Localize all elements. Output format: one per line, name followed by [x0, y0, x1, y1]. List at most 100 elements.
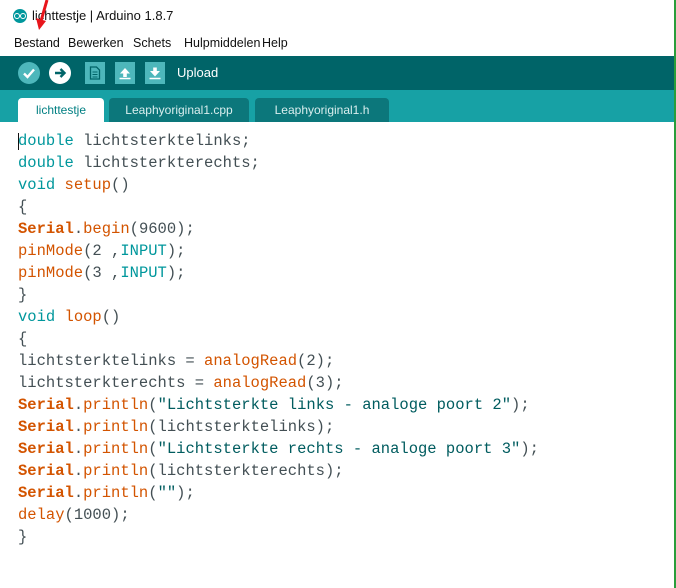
code-token: setup	[64, 176, 112, 194]
open-sketch-button[interactable]	[115, 62, 135, 84]
code-token: lichtsterktelinks;	[73, 132, 251, 150]
code-token: .	[73, 484, 84, 502]
code-token: INPUT	[120, 264, 167, 282]
code-token: lichtsterkterechts;	[73, 154, 260, 172]
code-token: println	[83, 440, 149, 458]
code-token: (	[148, 396, 158, 414]
code-token: Serial	[18, 462, 74, 480]
code-token: double	[18, 132, 74, 150]
code-token: analogRead	[204, 352, 298, 370]
code-token: (9600);	[129, 220, 195, 238]
code-line[interactable]: Serial.println(lichtsterktelinks);	[18, 416, 539, 438]
code-token: }	[18, 286, 28, 304]
code-token: ""	[157, 484, 177, 502]
code-line[interactable]: pinMode(3 ,INPUT);	[18, 262, 539, 284]
code-token: INPUT	[120, 242, 167, 260]
code-token: Serial	[18, 484, 74, 502]
code-token: begin	[83, 220, 130, 238]
code-line[interactable]: Serial.println("");	[18, 482, 539, 504]
menu-bar: Bestand Bewerken Schets Hulpmiddelen Hel…	[0, 34, 676, 56]
tab-leaphyoriginal1-h[interactable]: Leaphyoriginal1.h	[255, 98, 389, 122]
code-line[interactable]: }	[18, 526, 539, 548]
code-token: void	[18, 176, 56, 194]
verify-button[interactable]	[18, 62, 40, 84]
text-cursor	[18, 133, 19, 150]
code-token: ()	[111, 176, 130, 194]
code-token: "Lichtsterkte links - analoge poort 2"	[157, 396, 512, 414]
code-line[interactable]: Serial.println(lichtsterkterechts);	[18, 460, 539, 482]
save-sketch-button[interactable]	[145, 62, 165, 84]
code-token: pinMode	[18, 264, 84, 282]
code-line[interactable]: double lichtsterkterechts;	[18, 152, 539, 174]
code-token: (	[148, 484, 158, 502]
code-token: (2 ,	[83, 242, 121, 260]
new-sketch-button[interactable]	[85, 62, 105, 84]
verify-icon	[23, 68, 35, 79]
code-token: (lichtsterkterechts);	[148, 462, 344, 480]
code-token: analogRead	[213, 374, 307, 392]
code-token: ()	[101, 308, 121, 326]
code-token: }	[18, 528, 28, 546]
code-token: {	[18, 330, 28, 348]
code-token: void	[18, 308, 56, 326]
code-token: .	[73, 462, 84, 480]
code-line[interactable]: lichtsterktelinks = analogRead(2);	[18, 350, 539, 372]
code-token: .	[73, 396, 84, 414]
code-token: Serial	[18, 396, 74, 414]
code-line[interactable]: Serial.begin(9600);	[18, 218, 539, 240]
code-token: println	[83, 396, 149, 414]
code-token: (3);	[306, 374, 344, 392]
code-line[interactable]: void loop()	[18, 306, 539, 328]
code-token: (2);	[297, 352, 335, 370]
code-token: double	[18, 154, 74, 172]
tab-leaphyoriginal1-cpp[interactable]: Leaphyoriginal1.cpp	[109, 98, 249, 122]
code-token: .	[73, 418, 84, 436]
code-line[interactable]: void setup()	[18, 174, 539, 196]
code-text[interactable]: double lichtsterktelinks; double lichtste…	[18, 130, 539, 548]
code-token: lichtsterktelinks =	[18, 352, 205, 370]
code-line[interactable]: }	[18, 284, 539, 306]
code-token: pinMode	[18, 242, 84, 260]
code-line[interactable]: pinMode(2 ,INPUT);	[18, 240, 539, 262]
code-line[interactable]: double lichtsterktelinks;	[18, 130, 539, 152]
code-token: (lichtsterktelinks);	[148, 418, 335, 436]
code-token: .	[73, 220, 84, 238]
code-token: println	[83, 484, 149, 502]
code-token: );	[520, 440, 539, 458]
tab-lichttestje[interactable]: lichttestje	[18, 98, 104, 122]
code-line[interactable]: Serial.println("Lichtsterkte links - ana…	[18, 394, 539, 416]
window-title: lichttestje | Arduino 1.8.7	[32, 8, 174, 23]
code-line[interactable]: lichtsterkterechts = analogRead(3);	[18, 372, 539, 394]
code-token: Serial	[18, 220, 74, 238]
save-arrow-down-icon	[149, 67, 161, 80]
code-token: Serial	[18, 440, 74, 458]
menu-schets[interactable]: Schets	[133, 36, 171, 50]
code-line[interactable]: {	[18, 196, 539, 218]
code-line[interactable]: {	[18, 328, 539, 350]
code-token: );	[176, 484, 195, 502]
code-token: );	[166, 242, 186, 260]
upload-button[interactable]	[49, 62, 71, 84]
menu-bewerken[interactable]: Bewerken	[68, 36, 124, 50]
code-token: (3 ,	[83, 264, 121, 282]
new-file-icon	[89, 66, 101, 80]
code-line[interactable]: Serial.println("Lichtsterkte rechts - an…	[18, 438, 539, 460]
code-line[interactable]: delay(1000);	[18, 504, 539, 526]
code-token: .	[73, 440, 84, 458]
menu-help[interactable]: Help	[262, 36, 288, 50]
code-token: "Lichtsterkte rechts - analoge poort 3"	[157, 440, 521, 458]
code-token: );	[511, 396, 530, 414]
arduino-logo-icon	[13, 9, 27, 23]
code-token: (1000);	[64, 506, 130, 524]
code-token: loop	[64, 308, 102, 326]
code-token: );	[166, 264, 186, 282]
toolbar-hover-label: Upload	[177, 65, 219, 80]
menu-bestand[interactable]: Bestand	[14, 36, 60, 50]
code-token: {	[18, 198, 28, 216]
code-token: (	[148, 440, 158, 458]
code-token: Serial	[18, 418, 74, 436]
upload-icon	[55, 68, 67, 78]
menu-hulpmiddelen[interactable]: Hulpmiddelen	[184, 36, 260, 50]
